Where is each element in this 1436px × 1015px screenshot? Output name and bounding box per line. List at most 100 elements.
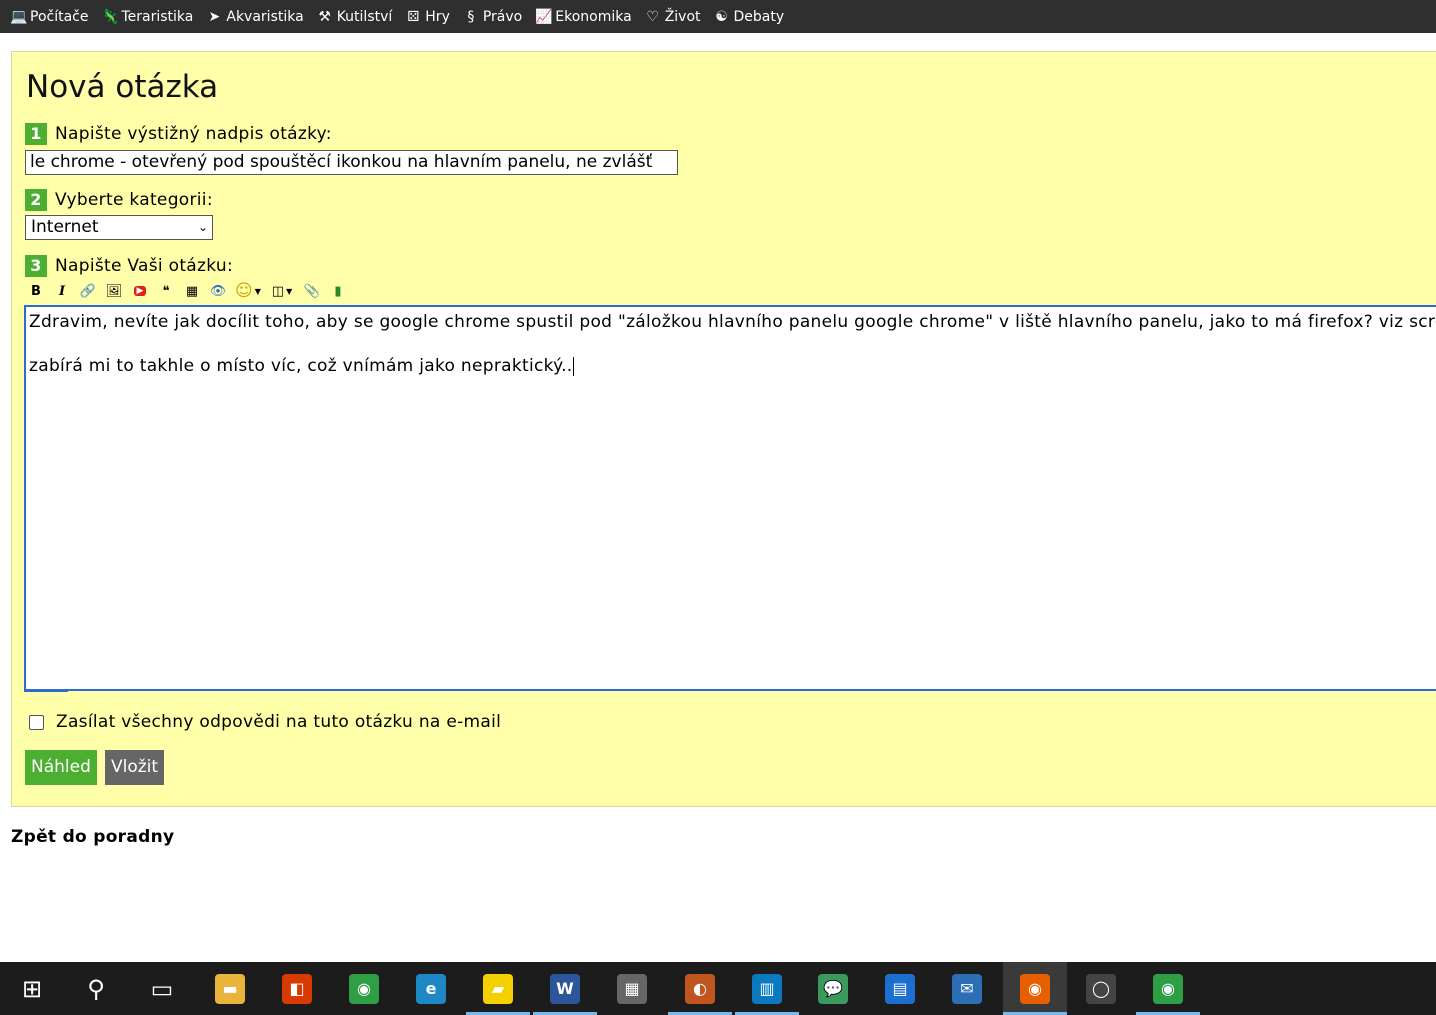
speech-icon: ☯ bbox=[715, 8, 728, 25]
image-icon[interactable]: 🖼 bbox=[103, 281, 125, 301]
youtube-icon[interactable]: ▶ bbox=[129, 281, 151, 301]
thunderbird-icon[interactable]: ◐ bbox=[668, 962, 732, 1015]
trello-icon[interactable]: ▥ bbox=[735, 962, 799, 1015]
step-number: 1 bbox=[25, 123, 47, 145]
office-icon-glyph: ◧ bbox=[282, 973, 312, 1004]
attachment-icon[interactable]: 📎 bbox=[301, 281, 323, 301]
code-icon[interactable]: ▦ bbox=[181, 281, 203, 301]
task-view-icon-glyph: ▭ bbox=[150, 974, 174, 1003]
file-explorer-icon-glyph: ▬ bbox=[215, 973, 245, 1004]
step-1-label: 1 Napište výstižný nadpis otázky: bbox=[25, 123, 332, 145]
chat-bubble-icon[interactable]: 💬 bbox=[801, 962, 865, 1015]
color-ring-icon-glyph: ◯ bbox=[1086, 973, 1116, 1004]
chevron-down-icon: ⌄ bbox=[197, 220, 208, 234]
nav-item-debaty[interactable]: ☯ Debaty bbox=[714, 8, 785, 25]
nav-item-hry[interactable]: ⚄ Hry bbox=[405, 9, 450, 25]
chrome-icon-2[interactable]: ◉ bbox=[1136, 962, 1200, 1015]
nav-item-ekonomika[interactable]: 📈 Ekonomika bbox=[535, 9, 631, 25]
editor-toolbar: B I 🔗 🖼 ▶ ❝ ▦ 👁 ☺ ▼ ◫ ▼ 📎 ▮ bbox=[25, 280, 353, 302]
sticky-notes-icon-glyph: ▰ bbox=[483, 973, 513, 1004]
file-explorer-icon[interactable]: ▬ bbox=[198, 962, 262, 1015]
color-ring-icon[interactable]: ◯ bbox=[1069, 962, 1133, 1015]
chrome-icon[interactable]: ◉ bbox=[332, 962, 396, 1015]
windows-taskbar: ⊞ ⚲ ▭ ▬ ◧ ◉ e ▰ W ▦ ◐ ▥ 💬 ▤ ✉ ◉ ◯ ◉ bbox=[0, 962, 1436, 1015]
edge-icon[interactable]: e bbox=[399, 962, 463, 1015]
text-cursor bbox=[572, 356, 574, 376]
new-question-panel: Nová otázka 1 Napište výstižný nadpis ot… bbox=[11, 51, 1436, 807]
nav-item-label: Teraristika bbox=[121, 8, 194, 25]
nav-item-label: Počítače bbox=[30, 8, 89, 25]
nav-item-label: Ekonomika bbox=[555, 8, 632, 25]
nav-item-teraristika[interactable]: 🦎 Teraristika bbox=[101, 9, 193, 25]
box-icon[interactable]: ◫ ▼ bbox=[267, 281, 297, 301]
chevron-down-icon: ▼ bbox=[254, 286, 261, 296]
mail-icon-glyph: ✉ bbox=[952, 973, 982, 1004]
fish-icon: ➤ bbox=[208, 8, 221, 25]
body-line: Zdravim, nevíte jak docílit toho, aby se… bbox=[29, 312, 1436, 332]
tools-icon: ⚒ bbox=[318, 8, 331, 25]
nav-item-label: Hry bbox=[425, 8, 450, 25]
top-navigation: 💻 Počítače 🦎 Teraristika ➤ Akvaristika ⚒ Kutils… bbox=[0, 0, 1436, 33]
nav-item-label: Kutilství bbox=[336, 8, 393, 25]
messages-icon-glyph: ▤ bbox=[885, 973, 915, 1004]
office-icon[interactable]: ◧ bbox=[265, 962, 329, 1015]
chrome-icon-glyph: ◉ bbox=[349, 973, 379, 1004]
heart-icon: ♡ bbox=[646, 8, 659, 25]
firefox-icon-glyph: ◉ bbox=[1020, 973, 1050, 1004]
editor-resize-handle[interactable] bbox=[24, 689, 68, 692]
nav-item-počítače[interactable]: 💻 Počítače bbox=[10, 9, 88, 25]
word-icon[interactable]: W bbox=[533, 962, 597, 1015]
bold-icon[interactable]: B bbox=[25, 281, 47, 301]
task-view-icon[interactable]: ▭ bbox=[130, 962, 194, 1015]
trello-icon-glyph: ▥ bbox=[752, 973, 782, 1004]
chat-bubble-icon-glyph: 💬 bbox=[818, 973, 848, 1004]
calculator-icon[interactable]: ▦ bbox=[600, 962, 664, 1015]
messages-icon[interactable]: ▤ bbox=[868, 962, 932, 1015]
quote-icon[interactable]: ❝ bbox=[155, 281, 177, 301]
nav-item-label: Akvaristika bbox=[226, 8, 304, 25]
step-label: Vyberte kategorii: bbox=[55, 190, 213, 210]
step-label: Napište Vaši otázku: bbox=[55, 256, 233, 276]
dice-icon: ⚄ bbox=[407, 8, 420, 25]
paragraph-icon: § bbox=[467, 8, 475, 25]
italic-icon[interactable]: I bbox=[51, 281, 73, 301]
nav-item-label: Debaty bbox=[733, 8, 785, 25]
search-icon[interactable]: ⚲ bbox=[64, 962, 128, 1015]
question-body-editor[interactable]: Zdravim, nevíte jak docílit toho, aby se… bbox=[24, 305, 1436, 691]
email-notify-row: Zasílat všechny odpovědi na tuto otázku … bbox=[29, 712, 501, 732]
body-line: zabírá mi to takhle o místo víc, což vní… bbox=[29, 356, 574, 376]
sticky-notes-icon[interactable]: ▰ bbox=[466, 962, 530, 1015]
step-number: 3 bbox=[25, 255, 47, 277]
chevron-down-icon: ▼ bbox=[286, 286, 293, 296]
firefox-icon[interactable]: ◉ bbox=[1003, 962, 1067, 1015]
page-title: Nová otázka bbox=[26, 69, 219, 105]
email-notify-checkbox[interactable] bbox=[29, 714, 44, 730]
nav-item-label: Právo bbox=[482, 8, 523, 25]
back-to-forum-link[interactable]: Zpět do poradny bbox=[11, 827, 174, 847]
nav-item-život[interactable]: ♡ Život bbox=[645, 8, 700, 25]
link-icon[interactable]: 🔗 bbox=[77, 281, 99, 301]
chrome-icon-2-glyph: ◉ bbox=[1153, 973, 1183, 1004]
word-icon-glyph: W bbox=[550, 973, 580, 1004]
nav-item-kutilství[interactable]: ⚒ Kutilství bbox=[317, 8, 393, 25]
search-icon-glyph: ⚲ bbox=[87, 974, 105, 1003]
question-title-input[interactable]: le chrome - otevřený pod spouštěcí ikonk… bbox=[25, 150, 678, 175]
category-selected-value: Internet bbox=[31, 217, 99, 237]
start-icon[interactable]: ⊞ bbox=[0, 962, 64, 1015]
laptop-icon: 💻 bbox=[10, 8, 28, 25]
nav-item-akvaristika[interactable]: ➤ Akvaristika bbox=[206, 8, 304, 25]
step-number: 2 bbox=[25, 189, 47, 211]
spoiler-eye-icon[interactable]: 👁 bbox=[207, 281, 229, 301]
nav-item-právo[interactable]: § Právo bbox=[463, 9, 522, 25]
category-select[interactable]: Internet ⌄ bbox=[25, 215, 213, 240]
lizard-icon: 🦎 bbox=[101, 8, 119, 25]
thunderbird-icon-glyph: ◐ bbox=[685, 973, 715, 1004]
smiley-icon[interactable]: ☺ ▼ bbox=[233, 281, 263, 301]
poll-chart-icon[interactable]: ▮ bbox=[327, 281, 349, 301]
step-2-label: 2 Vyberte kategorii: bbox=[25, 189, 213, 211]
submit-button[interactable]: Vložit bbox=[105, 750, 165, 785]
preview-button[interactable]: Náhled bbox=[25, 750, 97, 785]
mail-icon[interactable]: ✉ bbox=[935, 962, 999, 1015]
chart-icon: 📈 bbox=[535, 8, 553, 25]
step-3-label: 3 Napište Vaši otázku: bbox=[25, 255, 233, 277]
